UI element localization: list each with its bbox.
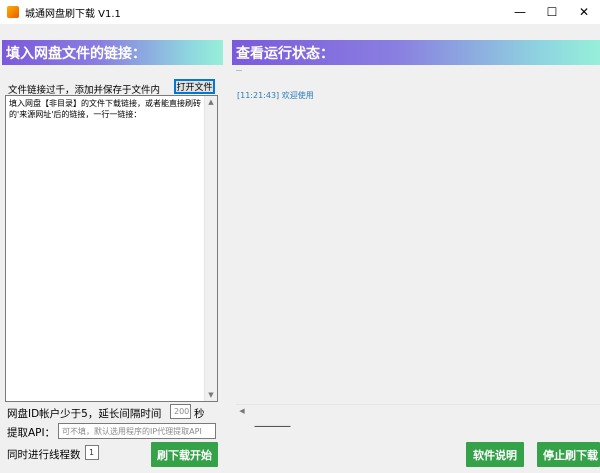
open-file-label: 打开文件: [176, 83, 213, 93]
interval-input[interactable]: 200: [170, 404, 191, 419]
open-file-button[interactable]: 打开文件: [174, 79, 215, 94]
interval-value: 200: [174, 407, 190, 416]
minimize-button[interactable]: —: [504, 0, 536, 24]
log-entry: [11:21:43] 欢迎使用: [237, 90, 314, 101]
stop-download-label: 停止刷下载: [543, 448, 598, 462]
start-download-label: 刷下载开始: [157, 448, 212, 462]
window-title: 城通网盘刷下载 V1.1: [25, 8, 121, 20]
links-textarea[interactable]: 填入网盘【非目录】的文件下载链接，或者能直接刷砖的'来源网址'后的链接，一行一链…: [5, 95, 218, 402]
right-panel-header: 查看运行状态：: [232, 40, 600, 65]
scroll-left-icon[interactable]: ◀: [236, 405, 248, 417]
interval-unit: 秒: [194, 408, 205, 420]
close-button[interactable]: ✕: [568, 0, 600, 24]
minimize-icon: —: [514, 5, 526, 19]
scroll-down-icon[interactable]: ▼: [205, 389, 217, 401]
api-placeholder: 可不填，默认选用程序的IP代理提取API: [62, 426, 202, 436]
title-bar: 城通网盘刷下载 V1.1 — ☐ ✕: [0, 0, 600, 24]
app-icon: [7, 6, 19, 18]
account-interval-label: 网盘ID帐户少于5，延长间隔时间: [7, 408, 162, 420]
right-panel-title: 查看运行状态：: [236, 45, 334, 62]
api-input[interactable]: 可不填，默认选用程序的IP代理提取API: [58, 423, 216, 439]
maximize-icon: ☐: [546, 5, 558, 19]
close-icon: ✕: [578, 5, 590, 19]
status-log: [11:21:43] 欢迎使用: [234, 70, 600, 415]
scroll-up-icon[interactable]: ▲: [205, 96, 217, 108]
window-controls: — ☐ ✕: [504, 0, 600, 24]
left-panel-header: 填入网盘文件的链接：: [2, 40, 223, 65]
links-textarea-content: 填入网盘【非目录】的文件下载链接，或者能直接刷砖的'来源网址'后的链接，一行一链…: [9, 99, 201, 119]
log-horizontal-scrollbar[interactable]: ◀: [236, 404, 600, 417]
software-manual-button[interactable]: 软件说明: [466, 442, 524, 467]
left-panel-title: 填入网盘文件的链接：: [6, 45, 146, 62]
threads-value: 1: [89, 448, 95, 457]
start-download-button[interactable]: 刷下载开始: [151, 442, 218, 467]
software-manual-label: 软件说明: [473, 448, 517, 462]
stop-download-button[interactable]: 停止刷下载: [537, 442, 600, 467]
file-links-hint: 文件链接过千，添加并保存于文件内: [8, 85, 161, 96]
maximize-button[interactable]: ☐: [536, 0, 568, 24]
threads-input[interactable]: 1: [85, 445, 99, 460]
log-timestamp: [11:21:43]: [237, 91, 280, 100]
api-label: 提取API：: [7, 427, 56, 439]
links-vertical-scrollbar[interactable]: ▲ ▼: [204, 96, 217, 401]
threads-label: 同时进行线程数: [7, 449, 81, 461]
status-progress-line: ————: [254, 421, 291, 432]
log-message: 欢迎使用: [281, 91, 314, 100]
